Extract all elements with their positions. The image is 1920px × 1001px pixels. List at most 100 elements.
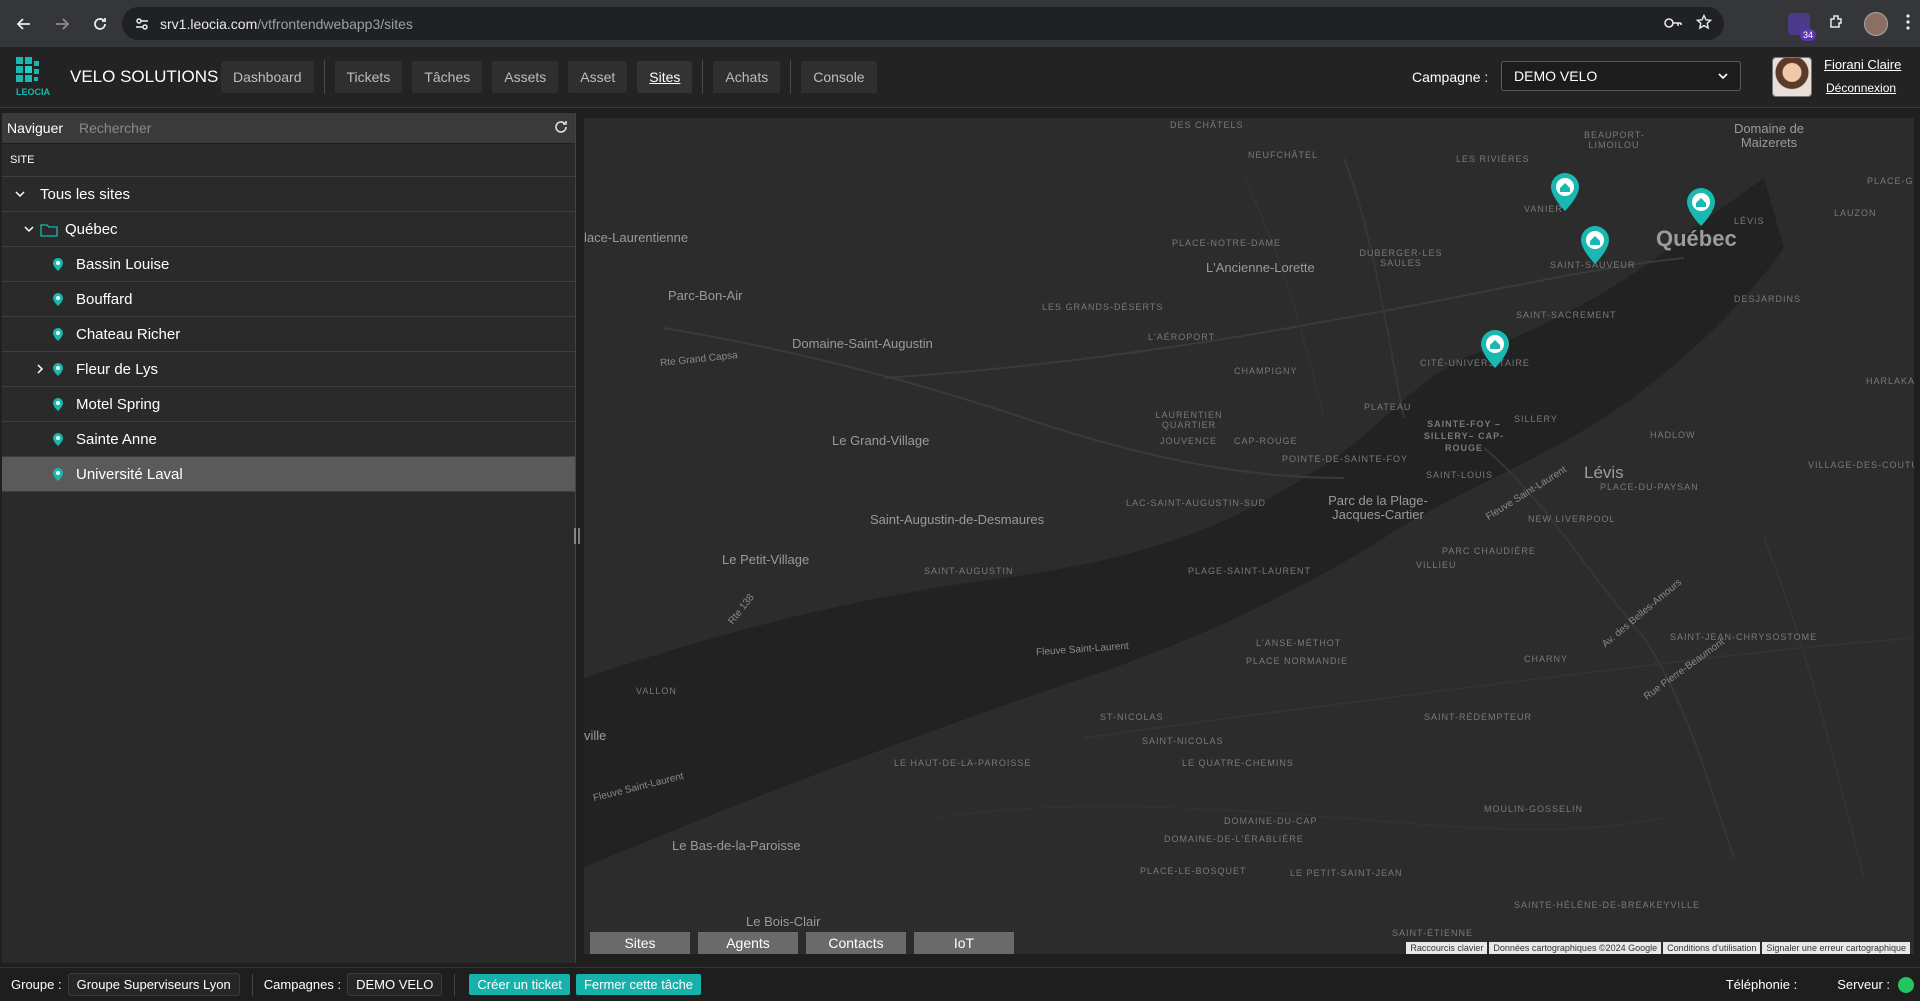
- map-label: CITÉ-UNIVERSITAIRE: [1420, 358, 1530, 368]
- map-label: SAINT-LOUIS: [1426, 470, 1494, 480]
- app-header: LEOCIA VELO SOLUTIONS Dashboard Tickets …: [0, 47, 1920, 108]
- map-label: SAINT-RÉDEMPTEUR: [1424, 712, 1533, 722]
- user-avatar[interactable]: [1772, 57, 1812, 97]
- user-name-link[interactable]: Fiorani Claire: [1824, 57, 1901, 72]
- main-nav: Dashboard Tickets Tâches Assets Asset Si…: [221, 60, 887, 94]
- site-marker-icon[interactable]: [1580, 225, 1610, 265]
- map-label: DOMAINE-DE-L'ÉRABLIÈRE: [1164, 834, 1304, 844]
- site-marker-icon[interactable]: [1550, 172, 1580, 212]
- nav-achats[interactable]: Achats: [713, 61, 781, 93]
- map-label: LÉVIS: [1734, 216, 1765, 226]
- map-label: SAINT-JEAN-CHRYSOSTOME: [1670, 632, 1818, 642]
- reload-icon[interactable]: [86, 10, 114, 38]
- map-label: VILLAGE-DES-COUTU: [1808, 460, 1914, 470]
- chevron-down-icon[interactable]: [22, 222, 36, 236]
- extensions-puzzle-icon[interactable]: [1828, 13, 1846, 34]
- profile-avatar[interactable]: [1864, 11, 1888, 36]
- location-pin-icon: [52, 327, 64, 346]
- campaign-label: Campagne :: [1412, 69, 1489, 85]
- map-label: HARLAKA: [1866, 376, 1914, 386]
- tree-root-all-sites[interactable]: Tous les sites: [2, 177, 575, 212]
- browser-toolbar: srv1.leocia.com/vtfrontendwebapp3/sites …: [0, 0, 1920, 47]
- site-column-header[interactable]: SITE: [2, 143, 575, 177]
- site-info-icon[interactable]: [134, 16, 150, 32]
- campagnes-value[interactable]: DEMO VELO: [347, 973, 443, 996]
- tree-site-row[interactable]: Fleur de Lys: [2, 352, 575, 387]
- map-label: LAC-SAINT-AUGUSTIN-SUD: [1126, 498, 1267, 508]
- map-label: DESJARDINS: [1734, 294, 1802, 304]
- forward-icon[interactable]: [48, 10, 76, 38]
- chrome-menu-icon[interactable]: [1906, 14, 1910, 33]
- map-tab-sites[interactable]: Sites: [590, 932, 690, 954]
- tree-site-row[interactable]: Bouffard: [2, 282, 575, 317]
- location-pin-icon: [52, 257, 64, 276]
- brand-name: VELO SOLUTIONS: [70, 67, 219, 86]
- bookmark-star-icon[interactable]: [1695, 13, 1713, 33]
- telephonie-label: Téléphonie :: [1725, 977, 1798, 992]
- map-label: BEAUPORT-LIMOILOU: [1584, 130, 1645, 150]
- campaign-select[interactable]: DEMO VELO: [1501, 61, 1741, 91]
- nav-sites[interactable]: Sites: [637, 61, 693, 93]
- keyboard-shortcuts-link[interactable]: Raccourcis clavier: [1406, 942, 1488, 954]
- report-error-link[interactable]: Signaler une erreur cartographique: [1762, 942, 1910, 954]
- navigate-tab[interactable]: Naviguer: [7, 120, 63, 136]
- map-tab-iot[interactable]: IoT: [914, 932, 1014, 954]
- tree-site-row[interactable]: Chateau Richer: [2, 317, 575, 352]
- map-label: PLACE-NOTRE-DAME: [1172, 238, 1282, 248]
- map-label: NEW LIVERPOOL: [1528, 514, 1616, 524]
- serveur-label: Serveur :: [1837, 977, 1890, 992]
- map-tab-agents[interactable]: Agents: [698, 932, 798, 954]
- nav-console[interactable]: Console: [801, 61, 877, 93]
- map-label: PLACE-G: [1867, 176, 1914, 186]
- map-label: VILLIEU: [1416, 560, 1457, 570]
- address-bar[interactable]: srv1.leocia.com/vtfrontendwebapp3/sites: [122, 7, 1724, 40]
- tree-site-row[interactable]: Bassin Louise: [2, 247, 575, 282]
- logout-link[interactable]: Déconnexion: [1826, 81, 1896, 95]
- map-label: SILLERY: [1514, 414, 1558, 424]
- map-label: Le Bois-Clair: [746, 914, 821, 929]
- map-data-credit: Données cartographiques ©2024 Google: [1489, 942, 1662, 954]
- location-pin-icon: [52, 432, 64, 451]
- nav-dashboard[interactable]: Dashboard: [221, 61, 314, 93]
- map-tab-contacts[interactable]: Contacts: [806, 932, 906, 954]
- map-label: JOUVENCE: [1160, 436, 1218, 446]
- location-pin-icon: [52, 292, 64, 311]
- password-key-icon[interactable]: [1664, 16, 1682, 32]
- map-layer-tabs: Sites Agents Contacts IoT: [590, 932, 1014, 954]
- map-label: PLATEAU: [1364, 402, 1412, 412]
- panel-resize-handle[interactable]: [574, 528, 580, 544]
- tree-site-label: Sainte Anne: [76, 430, 157, 448]
- search-input[interactable]: Rechercher: [79, 120, 151, 136]
- tree-site-row-selected[interactable]: Université Laval: [2, 457, 575, 492]
- nav-tickets[interactable]: Tickets: [334, 61, 403, 93]
- site-marker-icon[interactable]: [1480, 329, 1510, 369]
- groupe-value[interactable]: Groupe Superviseurs Lyon: [67, 973, 240, 996]
- folder-icon: [40, 223, 58, 241]
- map-label: Le Bas-de-la-Paroisse: [672, 838, 801, 853]
- site-marker-icon[interactable]: [1686, 187, 1716, 227]
- map-label: SAINT-NICOLAS: [1142, 736, 1224, 746]
- create-ticket-button[interactable]: Créer un ticket: [469, 974, 570, 995]
- tree-folder-quebec[interactable]: Québec: [2, 212, 575, 247]
- sites-map[interactable]: Québec Lévis Domaine de Maizerets DES CH…: [584, 118, 1914, 954]
- extension-icon[interactable]: 34: [1788, 12, 1816, 41]
- map-label: L'Ancienne-Lorette: [1206, 260, 1315, 275]
- refresh-icon[interactable]: [553, 119, 569, 138]
- map-label: Parc-Bon-Air: [668, 288, 743, 303]
- tree-site-row[interactable]: Sainte Anne: [2, 422, 575, 457]
- location-pin-icon: [52, 362, 64, 381]
- nav-asset[interactable]: Asset: [568, 61, 628, 93]
- back-icon[interactable]: [10, 10, 38, 38]
- close-task-button[interactable]: Fermer cette tâche: [575, 974, 702, 995]
- tree-site-row[interactable]: Motel Spring: [2, 387, 575, 422]
- map-label: Québec: [1656, 226, 1737, 251]
- url-host: srv1.leocia.com: [160, 15, 258, 32]
- nav-assets[interactable]: Assets: [492, 61, 559, 93]
- chevron-right-icon[interactable]: [33, 362, 47, 376]
- map-label: ville: [584, 728, 607, 743]
- nav-taches[interactable]: Tâches: [412, 61, 483, 93]
- map-label: Lévis: [1584, 463, 1624, 482]
- groupe-label: Groupe :: [11, 977, 62, 992]
- chevron-down-icon[interactable]: [13, 187, 27, 201]
- terms-link[interactable]: Conditions d'utilisation: [1663, 942, 1761, 954]
